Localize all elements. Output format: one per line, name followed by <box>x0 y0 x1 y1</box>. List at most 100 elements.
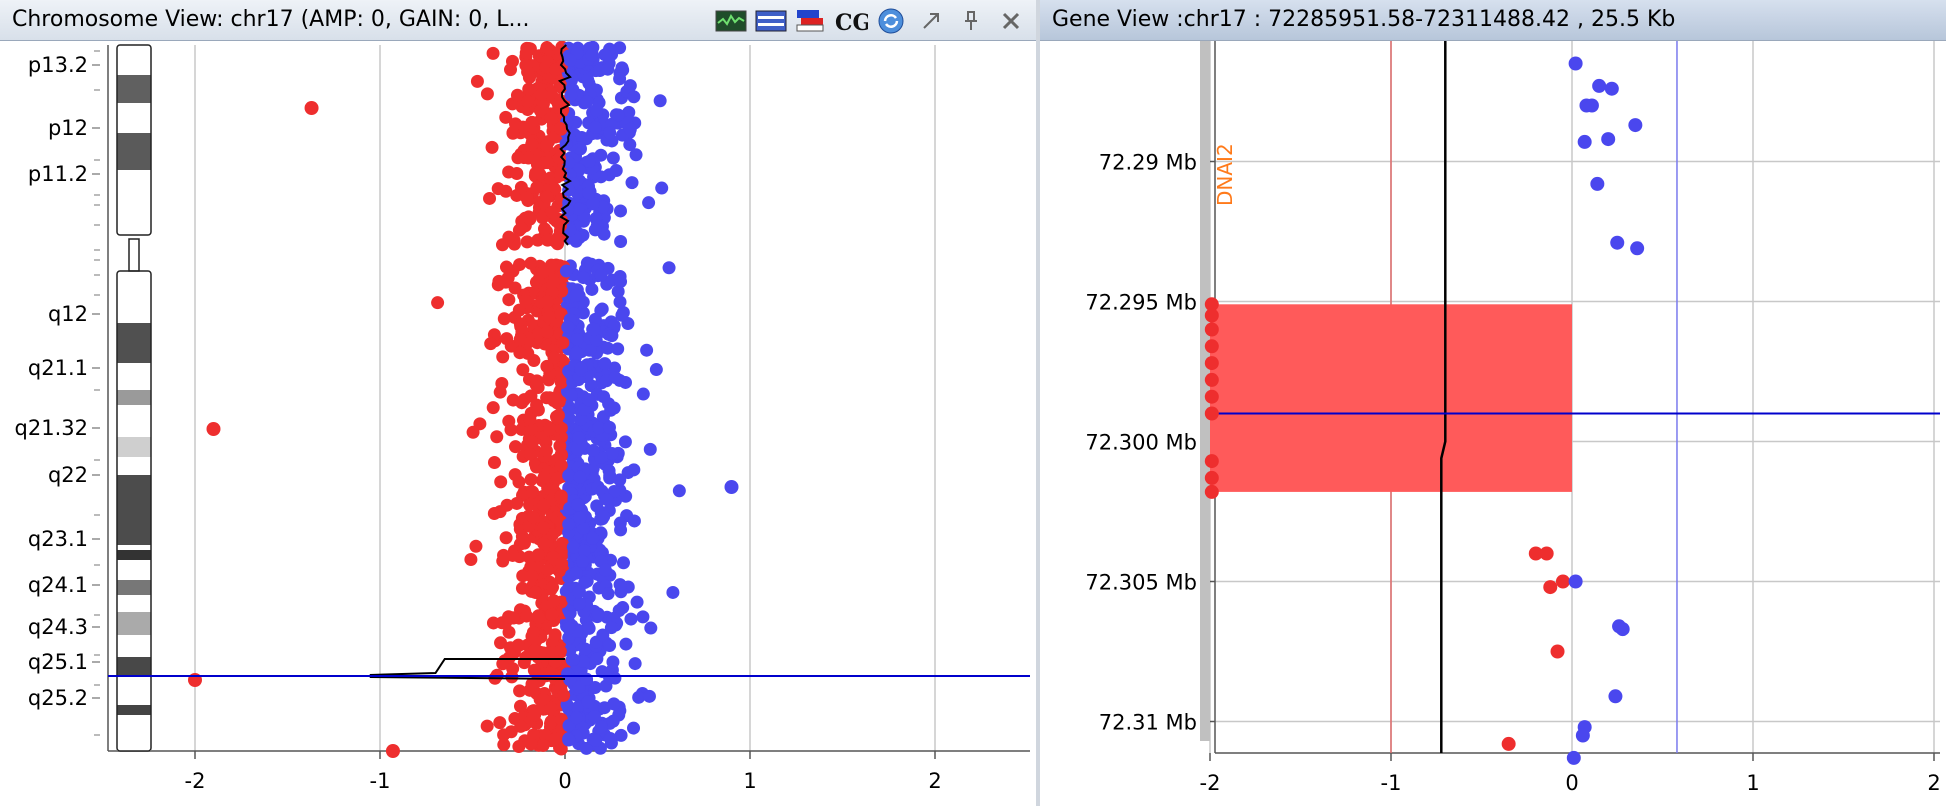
gain-point <box>573 511 587 525</box>
gain-point <box>624 612 638 626</box>
loss-point <box>537 470 551 484</box>
ideogram-band <box>117 657 151 675</box>
gain-point <box>570 332 584 346</box>
gain-point <box>643 442 657 456</box>
gain-point <box>594 304 608 318</box>
loss-point <box>504 63 518 77</box>
gain-point <box>623 122 637 136</box>
loss-point <box>506 611 520 625</box>
loss-point <box>543 422 557 436</box>
gain-point <box>607 697 621 711</box>
gain-point <box>566 652 580 666</box>
gain-point <box>590 652 604 666</box>
gain-point <box>606 714 620 728</box>
loss-point <box>525 137 539 151</box>
gain-point <box>627 90 641 104</box>
loss-point <box>537 498 551 512</box>
close-icon[interactable] <box>994 6 1028 36</box>
loss-point <box>525 485 539 499</box>
pin-icon[interactable] <box>954 6 988 36</box>
gain-point <box>615 61 629 75</box>
loss-point <box>490 430 504 444</box>
loss-point <box>520 609 534 623</box>
refresh-icon[interactable] <box>874 6 908 36</box>
loss-point <box>1204 322 1219 337</box>
gain-point <box>562 621 576 635</box>
color-settings-icon[interactable] <box>794 6 828 36</box>
gain-point <box>582 154 596 168</box>
gain-point <box>625 176 639 190</box>
gain-point <box>600 493 614 507</box>
chromosome-view-plot[interactable]: -2 -1 0 1 2 p13.2 p12 p11.2 q12 q21.1 q21.32 q22 q23… <box>0 41 1036 806</box>
loss-point <box>508 440 522 454</box>
loss-point <box>555 557 569 571</box>
gain-point <box>611 342 625 356</box>
gain-point <box>662 261 676 275</box>
gain-point <box>606 655 620 669</box>
x-tick-label: 1 <box>743 769 756 793</box>
gain-point <box>561 320 575 334</box>
y-tick-label: 72.300 Mb <box>1085 431 1197 455</box>
loss-point <box>531 548 545 562</box>
undock-icon[interactable] <box>914 6 948 36</box>
gene-view-plot[interactable]: -2 -1 0 1 2 72.29 Mb 72.295 Mb 72.300 Mb 72.305 … <box>1040 41 1946 806</box>
x-tick-label: -2 <box>185 769 206 793</box>
loss-point <box>1204 339 1219 354</box>
gain-point <box>1577 134 1592 149</box>
loss-point <box>1204 389 1219 404</box>
gain-point <box>588 121 602 135</box>
gain-point <box>570 442 584 456</box>
gain-point <box>630 595 644 609</box>
gain-point <box>580 95 594 109</box>
gain-point <box>611 108 625 122</box>
gain-point <box>1615 622 1630 637</box>
loss-point <box>551 471 565 485</box>
gain-point <box>614 523 628 537</box>
band-label: q25.1 <box>28 650 88 674</box>
ideogram-band <box>117 390 151 405</box>
gain-point <box>603 671 617 685</box>
gain-point <box>603 126 617 140</box>
gain-point <box>559 264 573 278</box>
y-tick-label: 72.305 Mb <box>1085 571 1197 595</box>
loss-point <box>1204 308 1219 323</box>
gain-point <box>587 322 601 336</box>
loss-point <box>493 385 507 399</box>
gain-point <box>572 431 586 445</box>
gain-point <box>580 672 594 686</box>
gain-point <box>602 420 616 434</box>
x-tick-label: -1 <box>1381 771 1402 795</box>
loss-point <box>540 325 554 339</box>
ideogram-band <box>117 612 151 635</box>
loss-outlier <box>304 101 319 115</box>
gain-point <box>576 554 590 568</box>
ideogram-band <box>117 635 151 657</box>
band-label: p13.2 <box>28 53 88 77</box>
gain-point <box>573 470 587 484</box>
gain-point <box>566 540 580 554</box>
loss-point <box>480 87 494 101</box>
gain-point <box>604 621 618 635</box>
band-label: q21.32 <box>15 416 88 440</box>
loss-point <box>1550 644 1565 659</box>
aberration-region <box>1210 304 1572 492</box>
x-tick-label: -1 <box>370 769 391 793</box>
x-tick-label: 2 <box>1927 771 1940 795</box>
chart-icon[interactable] <box>714 6 748 36</box>
loss-point <box>540 359 554 373</box>
gain-point <box>569 711 583 725</box>
gene-view-panel: Gene View :chr17 : 72285951.58-72311488.… <box>1040 0 1946 806</box>
loss-point <box>1539 546 1554 561</box>
gain-point <box>614 204 628 218</box>
list-icon[interactable] <box>754 6 788 36</box>
loss-point <box>528 708 542 722</box>
chromosome-view-titlebar: Chromosome View: chr17 (AMP: 0, GAIN: 0,… <box>0 0 1036 41</box>
gain-point <box>573 596 587 610</box>
ideogram-band <box>117 550 151 560</box>
ideogram-band <box>117 200 151 239</box>
gain-point <box>585 48 599 62</box>
loss-point <box>544 111 558 125</box>
loss-point <box>525 569 539 583</box>
cgh-icon[interactable]: CGH <box>834 6 868 36</box>
loss-point <box>506 393 520 407</box>
